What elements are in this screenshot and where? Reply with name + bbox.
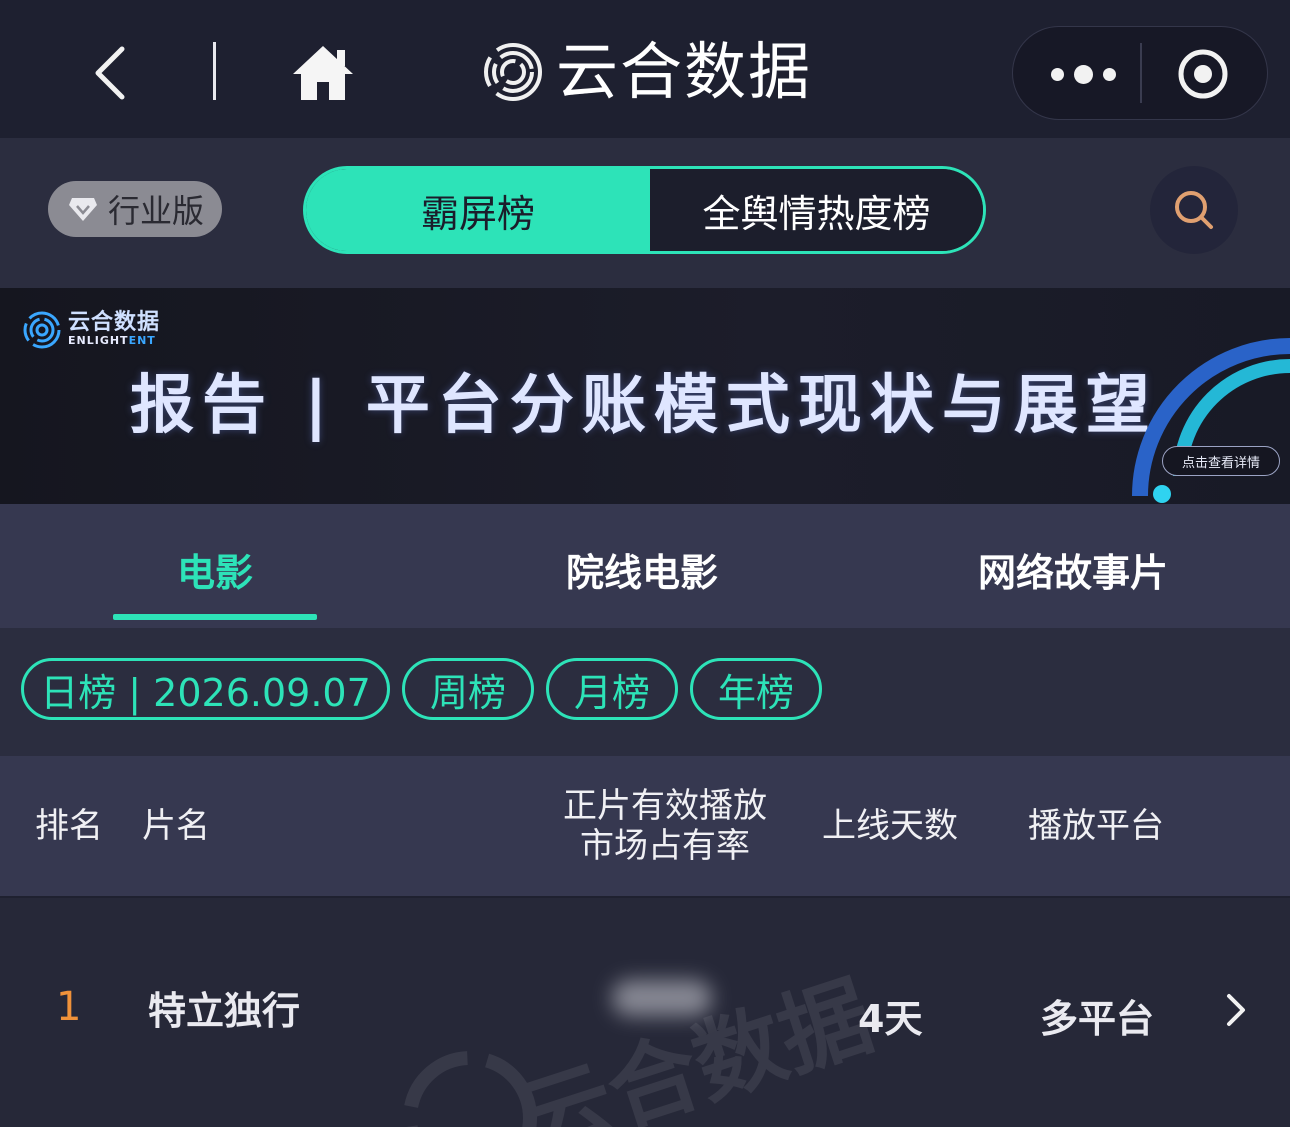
tab-theatrical-movie[interactable]: 院线电影 <box>566 542 718 597</box>
active-tab-indicator <box>113 614 317 620</box>
app-title: 云合数据 <box>556 35 813 108</box>
capsule-divider <box>1140 43 1142 103</box>
row-1-title[interactable]: 特立独行 <box>148 980 300 1035</box>
row-1-market-share-blurred <box>612 980 712 1016</box>
row-1-days: 4天 <box>858 997 923 1041</box>
column-market-share[interactable]: 正片有效播放 市场占有率 <box>560 786 770 866</box>
app-logo-icon <box>484 43 542 101</box>
row-1-rank: 1 <box>56 984 82 1030</box>
banner-logo-cn: 云合数据 <box>68 310 161 335</box>
more-button[interactable] <box>1033 39 1133 109</box>
banner-logo-text: 云合数据 ENLIGHTENT <box>68 312 160 348</box>
nav-divider <box>213 42 216 100</box>
more-dots-icon <box>1050 67 1064 81</box>
banner-logo-en: ENLIGHTENT <box>68 334 160 348</box>
segment-quanyuqing[interactable]: 全舆情热度榜 <box>650 169 983 251</box>
chevron-left-icon <box>95 46 125 100</box>
period-daily-pill[interactable]: 日榜 | 2026.09.07 <box>21 658 390 720</box>
banner-logo: 云合数据 ENLIGHTENT <box>22 310 160 350</box>
row-1-platform: 多平台 <box>1040 997 1155 1041</box>
industry-edition-label: 行业版 <box>108 192 205 230</box>
banner-view-details-button[interactable]: 点击查看详情 <box>1162 446 1280 476</box>
tab-online-feature[interactable]: 网络故事片 <box>978 542 1168 597</box>
search-button[interactable] <box>1150 166 1238 254</box>
segment-bapingbang[interactable]: 霸屏榜 <box>306 169 650 251</box>
search-icon <box>1175 191 1213 229</box>
back-button[interactable] <box>80 38 140 108</box>
diamond-icon <box>69 198 97 221</box>
filter-bar: 行业版 霸屏榜 全舆情热度榜 <box>0 138 1290 288</box>
banner-title: 报告 | 平台分账模式现状与展望 <box>130 369 1158 443</box>
period-yearly-pill[interactable]: 年榜 <box>690 658 822 720</box>
column-rank[interactable]: 排名 <box>35 806 103 846</box>
promo-banner[interactable]: 云合数据 ENLIGHTENT 报告 | 平台分账模式现状与展望 点击查看详情 <box>0 288 1290 504</box>
column-title: 片名 <box>142 806 210 846</box>
period-weekly-pill[interactable]: 周榜 <box>402 658 534 720</box>
more-dot-right <box>1102 67 1116 81</box>
mini-program-capsule <box>1012 26 1268 120</box>
target-circle-icon <box>1178 49 1228 99</box>
column-days-online[interactable]: 上线天数 <box>822 806 958 846</box>
home-icon <box>293 46 353 100</box>
category-tabs: 电影 院线电影 网络故事片 <box>0 504 1290 628</box>
period-monthly-pill[interactable]: 月榜 <box>546 658 678 720</box>
table-body: 云合数据 1 特立独行 4天 多平台 <box>0 898 1290 1127</box>
banner-logo-en-suffix: ENT <box>128 334 156 347</box>
column-market-share-line2: 市场占有率 <box>580 826 750 866</box>
tab-movie[interactable]: 电影 <box>177 542 253 597</box>
home-button[interactable] <box>290 40 356 104</box>
banner-logo-en-prefix: ENLIGHT <box>68 334 129 347</box>
chevron-right-icon[interactable] <box>1220 990 1250 1030</box>
more-dot-center <box>1073 64 1093 84</box>
top-nav-bar: 云合数据 <box>0 0 1290 138</box>
column-platform: 播放平台 <box>1028 806 1164 846</box>
close-button[interactable] <box>1153 39 1253 109</box>
industry-edition-badge[interactable]: 行业版 <box>48 181 222 237</box>
column-market-share-line1: 正片有效播放 <box>563 786 767 826</box>
app-title-group: 云合数据 <box>482 36 812 108</box>
ranking-type-segmented-control: 霸屏榜 全舆情热度榜 <box>303 166 986 254</box>
period-selector: 日榜 | 2026.09.07 周榜 月榜 年榜 <box>0 628 1290 756</box>
banner-logo-icon <box>23 311 61 349</box>
table-header: 排名 片名 正片有效播放 市场占有率 上线天数 播放平台 <box>0 756 1290 898</box>
